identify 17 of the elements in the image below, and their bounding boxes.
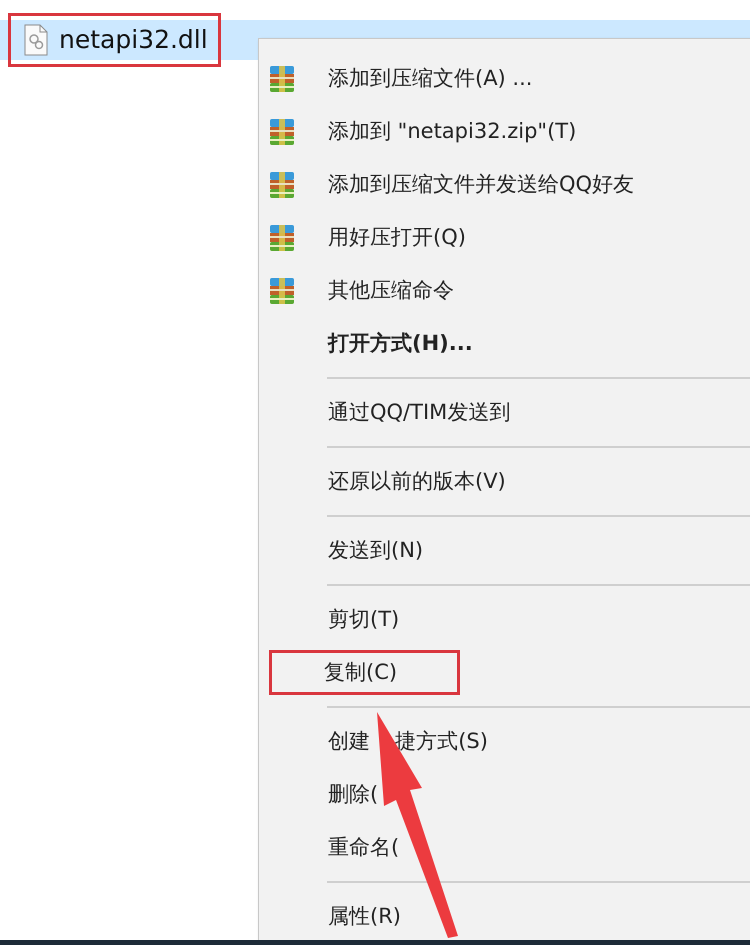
menu-item[interactable]: 打开方式(H)... <box>321 322 480 364</box>
menu-item[interactable]: 剪切(T) <box>321 598 406 640</box>
menu-item[interactable]: 复制(C) <box>269 650 460 696</box>
menu-item[interactable]: 添加到压缩文件(A) ... <box>321 58 540 100</box>
menu-item[interactable]: 用好压打开(Q) <box>321 216 473 258</box>
menu-item[interactable]: 创建 捷方式(S) <box>321 720 495 762</box>
menu-item[interactable]: 其他压缩命令 <box>321 270 461 312</box>
menu-item[interactable]: 重命名( <box>321 826 406 868</box>
menu-item[interactable]: 删除( <box>321 774 386 816</box>
menu-item[interactable]: 属性(R) <box>321 896 408 938</box>
menu-item[interactable]: 添加到 "netapi32.zip"(T) <box>321 110 584 152</box>
menu-item[interactable]: 发送到(N) <box>321 530 430 572</box>
file-name[interactable]: netapi32.dll <box>59 21 208 59</box>
menu-item[interactable]: 添加到压缩文件并发送给QQ好友 <box>321 164 642 206</box>
menu-item[interactable]: 还原以前的版本(V) <box>321 460 513 502</box>
menu-item[interactable]: 通过QQ/TIM发送到 <box>321 392 518 434</box>
file-icon[interactable] <box>23 24 49 56</box>
